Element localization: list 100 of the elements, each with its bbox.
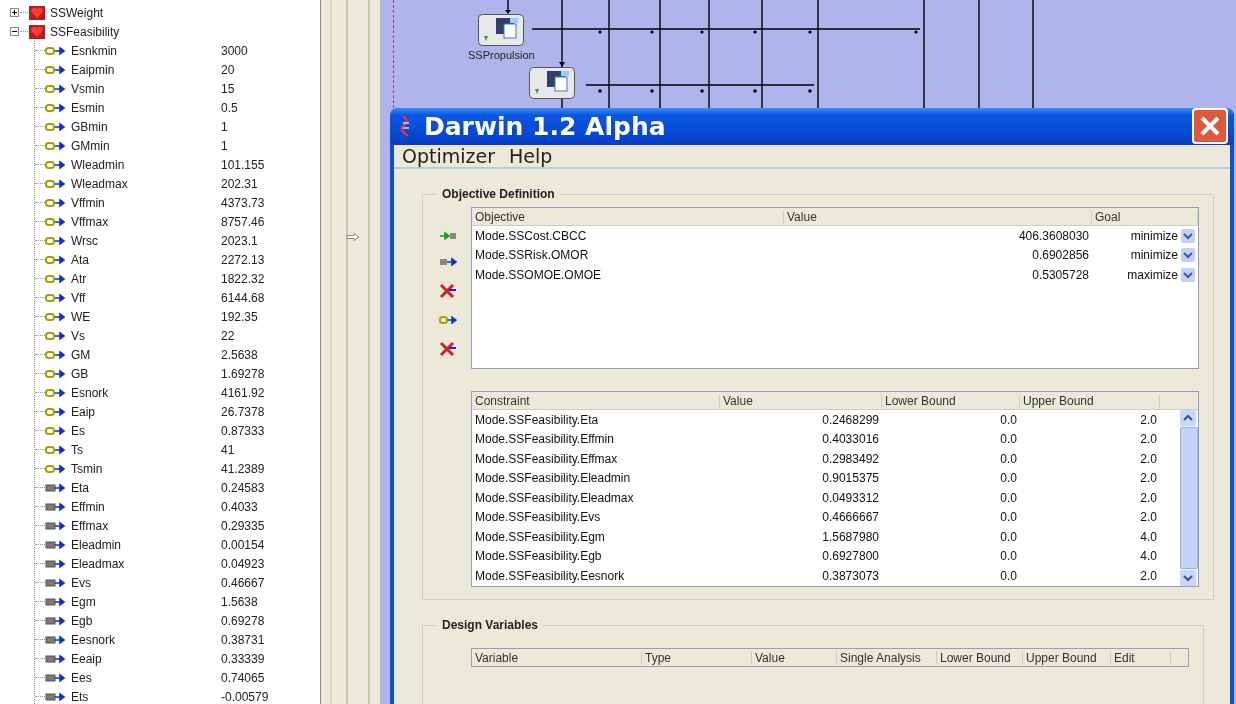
variable-name[interactable]: Es [71, 423, 221, 438]
variable-name[interactable]: Wleadmax [71, 176, 221, 191]
variable-name[interactable]: Effmax [71, 518, 221, 533]
variable-value: 101.155 [221, 157, 265, 172]
column-header[interactable]: Single Analysis [837, 650, 937, 665]
table-cell-text: 2.0 [1139, 510, 1158, 525]
table-cell-text: 0.4033016 [821, 432, 880, 447]
component-node-icon[interactable] [529, 67, 575, 99]
close-button[interactable] [1192, 108, 1228, 145]
variable-name[interactable]: Evs [71, 575, 221, 590]
column-header[interactable]: Upper Bound [1023, 650, 1111, 665]
variable-value: 6144.68 [221, 290, 265, 305]
scroll-thumb[interactable] [1180, 427, 1198, 569]
scroll-down-icon[interactable] [1180, 570, 1196, 586]
variable-name[interactable]: Ets [71, 689, 221, 704]
variable-name[interactable]: Eleadmin [71, 537, 221, 552]
variable-name[interactable]: Vffmax [71, 214, 221, 229]
variable-name[interactable]: Eta [71, 480, 221, 495]
column-header[interactable]: Goal [1092, 209, 1198, 224]
column-header[interactable]: Type [642, 650, 752, 665]
variable-name[interactable]: Eesnork [71, 632, 221, 647]
table-cell-text: 0.6927800 [821, 549, 880, 564]
add-output-button[interactable] [437, 255, 459, 269]
ring-arrow-icon [45, 159, 67, 170]
variable-name[interactable]: Tsmin [71, 461, 221, 476]
scrollbar[interactable] [1180, 410, 1198, 586]
variable-name[interactable]: Eaip [71, 404, 221, 419]
column-header[interactable]: Upper Bound [1020, 393, 1160, 408]
variable-name[interactable]: Vsmin [71, 81, 221, 96]
variable-name[interactable]: Esnork [71, 385, 221, 400]
column-header[interactable]: Value [720, 393, 882, 408]
ring-arrow-icon [45, 178, 67, 189]
tree-item[interactable]: SSFeasibility [50, 24, 120, 39]
box-arrow-icon [45, 615, 67, 626]
menu-item[interactable]: Optimizer [402, 144, 495, 167]
add-input-button[interactable] [437, 229, 459, 243]
table-cell-text: 2.0 [1139, 471, 1158, 486]
variable-name[interactable]: Egb [71, 613, 221, 628]
variable-name[interactable]: GMmin [71, 138, 221, 153]
variable-name[interactable]: GBmin [71, 119, 221, 134]
expand-icon[interactable] [10, 8, 19, 17]
variable-value: 0.4033 [221, 499, 258, 514]
table-cell-text: 1.5687980 [821, 529, 880, 544]
box-arrow-icon [45, 672, 67, 683]
table-cell-text: 0.0 [999, 412, 1018, 427]
box-arrow-icon [45, 558, 67, 569]
remove-button[interactable] [437, 281, 459, 301]
ring-arrow-icon [45, 463, 67, 474]
column-header[interactable]: Value [752, 650, 837, 665]
variable-value: 0.04923 [221, 556, 265, 571]
tree-item[interactable]: SSWeight [50, 5, 104, 20]
column-header[interactable]: Lower Bound [882, 393, 1020, 408]
arrow-right-icon[interactable] [346, 233, 360, 241]
variable-name[interactable]: Eaipmin [71, 62, 221, 77]
add-ring-button[interactable] [437, 313, 459, 327]
variable-value: 26.7378 [221, 404, 265, 419]
table-cell-text: 0.0 [999, 451, 1018, 466]
ring-arrow-icon [439, 315, 457, 325]
ring-arrow-icon [45, 140, 67, 151]
variable-name[interactable]: WE [71, 309, 221, 324]
table-cell-text: 0.0 [999, 432, 1018, 447]
variable-name[interactable]: Vffmin [71, 195, 221, 210]
variable-name[interactable]: GB [71, 366, 221, 381]
variable-name[interactable]: Vs [71, 328, 221, 343]
variable-value: 8757.46 [221, 214, 265, 229]
variable-name[interactable]: Effmin [71, 499, 221, 514]
variable-value: 2272.13 [221, 252, 265, 267]
variable-value: 0.74065 [221, 670, 265, 685]
column-header[interactable]: Objective [472, 209, 784, 224]
remove-button[interactable] [437, 339, 459, 359]
column-header[interactable]: Constraint [472, 393, 720, 408]
variable-name[interactable]: Esmin [71, 100, 221, 115]
variable-name[interactable]: Wrsc [71, 233, 221, 248]
scroll-up-icon[interactable] [1180, 410, 1196, 426]
collapse-icon[interactable] [10, 27, 19, 36]
variable-name[interactable]: Atr [71, 271, 221, 286]
variable-name[interactable]: Esnkmin [71, 43, 221, 58]
variable-name[interactable]: GM [71, 347, 221, 362]
table-cell-text: 0.0 [999, 490, 1018, 505]
section-title: Design Variables [441, 618, 540, 632]
table-cell-text: 4.0 [1139, 529, 1158, 544]
variable-name[interactable]: Ees [71, 670, 221, 685]
variable-name[interactable]: Ts [71, 442, 221, 457]
column-header[interactable]: Lower Bound [937, 650, 1023, 665]
variable-name[interactable]: Ata [71, 252, 221, 267]
table-cell-text: Mode.SSRisk.OMOR [474, 248, 590, 263]
menu-item[interactable]: Help [509, 144, 553, 167]
variable-name[interactable]: Eeaip [71, 651, 221, 666]
column-header[interactable]: Variable [472, 650, 642, 665]
variable-name[interactable]: Eleadmax [71, 556, 221, 571]
box-arrow-icon [45, 634, 67, 645]
column-header[interactable]: Edit [1111, 650, 1171, 665]
variable-name[interactable]: Wleadmin [71, 157, 221, 172]
ring-arrow-icon [45, 444, 67, 455]
column-header[interactable]: Value [784, 209, 1092, 224]
component-node-icon[interactable] [478, 14, 525, 46]
variable-name[interactable]: Vff [71, 290, 221, 305]
variable-value: 2.5638 [221, 347, 258, 362]
ring-arrow-icon [45, 83, 67, 94]
variable-name[interactable]: Egm [71, 594, 221, 609]
